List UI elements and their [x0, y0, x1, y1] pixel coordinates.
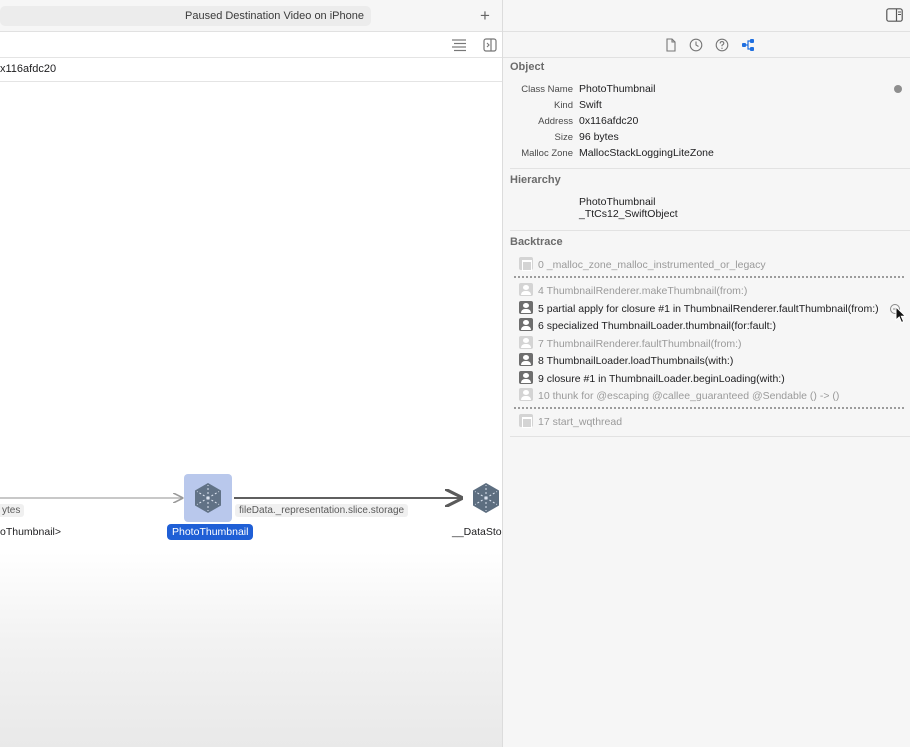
separator — [510, 230, 910, 231]
selected-node[interactable] — [184, 474, 232, 522]
user-code-icon — [519, 353, 533, 366]
user-code-icon — [519, 371, 533, 384]
hierarchy-section-title: Hierarchy — [510, 174, 561, 186]
backtrace-frame-label: 7 ThumbnailRenderer.faultThumbnail(from:… — [538, 338, 742, 350]
inspector-toolbar — [503, 0, 910, 32]
inspector-toggle-icon[interactable] — [886, 8, 903, 22]
graph-icon[interactable] — [741, 38, 755, 52]
backtrace-frame[interactable]: 6 specialized ThumbnailLoader.thumbnail(… — [519, 318, 909, 335]
backtrace-frame-label: 10 thunk for @escaping @callee_guarantee… — [538, 390, 840, 402]
backtrace-frame[interactable]: 7 ThumbnailRenderer.faultThumbnail(from:… — [519, 336, 909, 353]
user-code-icon — [519, 301, 533, 314]
separator — [510, 168, 910, 169]
kind-key: Kind — [553, 100, 573, 111]
left-node-label[interactable]: oThumbnail> — [0, 526, 61, 538]
user-code-icon — [519, 283, 533, 296]
user-code-icon — [519, 318, 533, 331]
backtrace-frame[interactable]: 17 start_wqthread — [519, 414, 909, 431]
mouse-cursor-icon — [895, 306, 907, 324]
user-code-icon — [519, 336, 533, 349]
go-forward-icon[interactable] — [894, 85, 902, 93]
system-library-icon — [519, 414, 533, 428]
object-section-title: Object — [510, 61, 545, 73]
inspector-tabs — [503, 32, 910, 58]
malloc-zone-value: MallocStackLoggingLiteZone — [579, 147, 714, 159]
malloc-zone-key: Malloc Zone — [521, 148, 573, 159]
size-value: 96 bytes — [579, 131, 619, 143]
address-value: 0x116afdc20 — [579, 115, 639, 127]
incoming-edge-label: ytes — [0, 504, 25, 517]
memory-graph — [0, 474, 499, 522]
help-icon[interactable] — [715, 38, 729, 52]
class-name-value: PhotoThumbnail — [579, 83, 656, 95]
backtrace-frame[interactable]: 9 closure #1 in ThumbnailLoader.beginLoa… — [519, 371, 909, 388]
user-code-icon — [519, 388, 533, 401]
backtrace-frame-label: 8 ThumbnailLoader.loadThumbnails(with:) — [538, 355, 734, 367]
kind-value: Swift — [579, 99, 602, 111]
backtrace-frame[interactable]: 5 partial apply for closure #1 in Thumbn… — [519, 301, 909, 318]
hierarchy-item: PhotoThumbnail — [579, 196, 656, 208]
backtrace-frame[interactable]: 4 ThumbnailRenderer.makeThumbnail(from:) — [519, 283, 909, 300]
memory-graph-pane: Paused Destination Video on iPhone + x11… — [0, 0, 502, 747]
address-key: Address — [538, 116, 573, 127]
class-name-key: Class Name — [521, 84, 573, 95]
inspector-panel: Object Class Name PhotoThumbnail Kind Sw… — [502, 0, 910, 747]
data-storage-node-label[interactable]: __DataStor — [452, 526, 502, 538]
backtrace-frame-label: 4 ThumbnailRenderer.makeThumbnail(from:) — [538, 285, 748, 297]
backtrace-frame-label: 17 start_wqthread — [538, 416, 623, 428]
collapsed-frames-separator[interactable] — [514, 276, 904, 278]
class-icon — [473, 483, 499, 513]
backtrace-frame-label: 9 closure #1 in ThumbnailLoader.beginLoa… — [538, 373, 785, 385]
backtrace-section-title: Backtrace — [510, 236, 563, 248]
backtrace-frame-label: 0 _malloc_zone_malloc_instrumented_or_le… — [538, 259, 766, 271]
backtrace-frame-label: 6 specialized ThumbnailLoader.thumbnail(… — [538, 320, 776, 332]
size-key: Size — [554, 132, 573, 143]
collapsed-frames-separator[interactable] — [514, 407, 904, 409]
separator — [510, 436, 910, 437]
file-icon[interactable] — [664, 38, 678, 52]
system-library-icon — [519, 257, 533, 271]
backtrace-frame[interactable]: 8 ThumbnailLoader.loadThumbnails(with:) — [519, 353, 909, 370]
outgoing-edge-label: fileData._representation.slice.storage — [235, 504, 409, 517]
backtrace-frame-label: 5 partial apply for closure #1 in Thumbn… — [538, 303, 879, 315]
hierarchy-item: _TtCs12_SwiftObject — [579, 208, 678, 220]
backtrace-frame[interactable]: 0 _malloc_zone_malloc_instrumented_or_le… — [519, 257, 909, 274]
backtrace-frame[interactable]: 10 thunk for @escaping @callee_guarantee… — [519, 388, 909, 405]
history-icon[interactable] — [689, 38, 703, 52]
selected-node-label[interactable]: PhotoThumbnail — [167, 524, 254, 540]
data-storage-node[interactable] — [473, 483, 499, 513]
